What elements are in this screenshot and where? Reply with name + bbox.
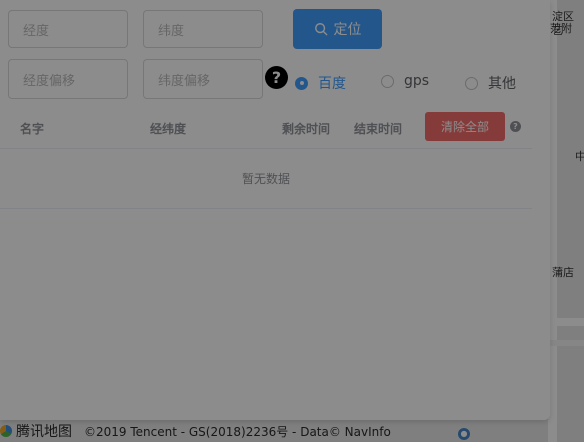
empty-text: 暂无数据 (241, 172, 290, 186)
column-header-end-time: 结束时间 (354, 122, 403, 136)
radio-label: 其他 (488, 76, 516, 92)
radio-gps[interactable]: gps (381, 73, 429, 89)
map-label: 蒲店 (552, 266, 574, 279)
locate-button-label: 定位 (333, 22, 362, 38)
column-header-remaining-time: 剩余时间 (282, 122, 331, 136)
column-header-name: 名字 (20, 122, 45, 136)
clear-help-icon[interactable]: ? (510, 121, 521, 132)
search-icon (314, 23, 327, 36)
table-empty-state: 暂无数据 (0, 149, 532, 209)
radio-baidu[interactable]: 百度 (295, 73, 346, 93)
radio-unchecked-icon (381, 74, 394, 88)
map-road (548, 318, 584, 326)
offset-help-icon[interactable]: ? (265, 66, 288, 89)
longitude-offset-input[interactable]: 经度偏移 (8, 59, 128, 99)
map-copyright: ©2019 Tencent - GS(2018)2236号 - Data© Na… (84, 424, 391, 439)
tencent-logo-icon (0, 425, 12, 437)
map-footer: 腾讯地图 ©2019 Tencent - GS(2018)2236号 - Dat… (0, 420, 584, 442)
radio-label: 百度 (318, 76, 346, 92)
longitude-input[interactable]: 经度 (8, 10, 128, 48)
tencent-map-logo: 腾讯地图 (0, 421, 72, 441)
map-road (548, 340, 584, 346)
clear-all-button[interactable]: 清除全部 (425, 112, 505, 141)
radio-other[interactable]: 其他 (465, 73, 516, 93)
radio-label: gps (404, 73, 430, 89)
locate-button[interactable]: 定位 (293, 9, 382, 49)
latitude-offset-input[interactable]: 纬度偏移 (143, 59, 263, 99)
map-label: 中 (575, 150, 584, 163)
location-panel: 经度 纬度 定位 经度偏移 纬度偏移 ? 百度 gps 其他 名字 经纬度 剩余… (0, 0, 550, 420)
tencent-map-brand: 腾讯地图 (16, 424, 72, 440)
column-header-coordinates: 经纬度 (150, 122, 187, 136)
radio-unchecked-icon (465, 76, 478, 90)
radio-checked-icon (295, 76, 308, 90)
map-label: 范附 (550, 22, 572, 35)
latitude-input[interactable]: 纬度 (143, 10, 263, 48)
table-header: 名字 经纬度 剩余时间 结束时间 清除全部 ? (0, 108, 532, 149)
